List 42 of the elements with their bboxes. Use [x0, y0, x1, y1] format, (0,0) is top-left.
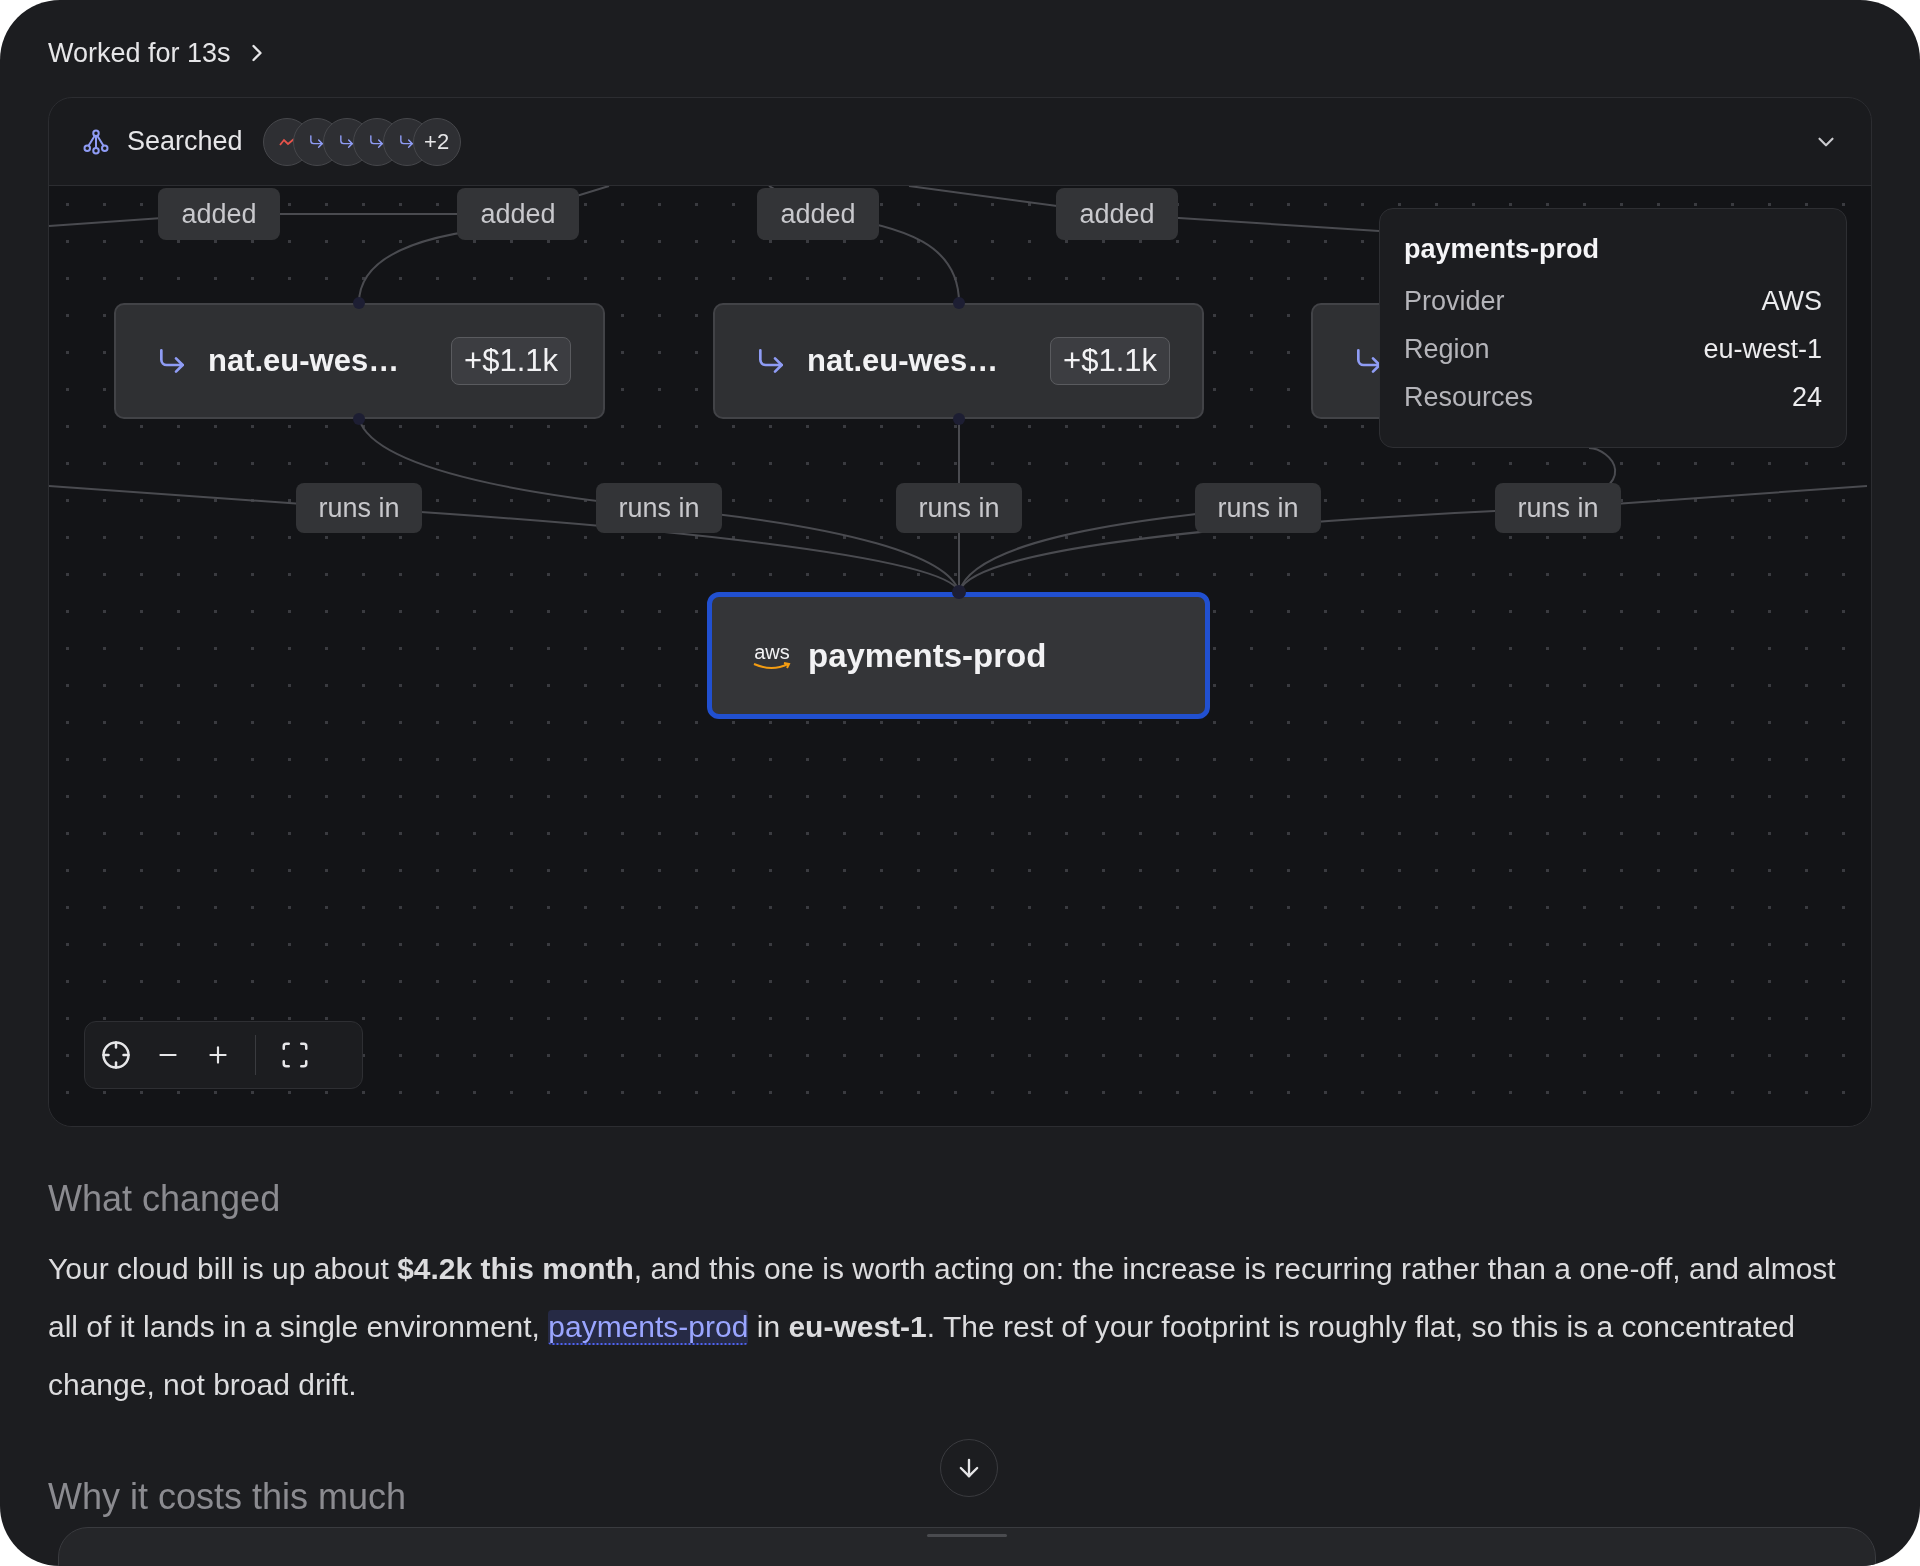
- summary-paragraph: Your cloud bill is up about $4.2k this month, and this one is worth acting on: the increase is recurring rather than a one-off, and almost all of it lands in a single environment, payments-prod in eu-west-1. The rest of your footprint is roughly flat, so this is a concentrated change, not broad drift.: [48, 1251, 1837, 1403]
- arrow-icon: [308, 133, 326, 150]
- edge-label: added: [1056, 188, 1178, 240]
- cost-badge: +$1.1k: [451, 337, 571, 385]
- tooltip-value: eu-west-1: [1703, 332, 1822, 366]
- trend-icon: [278, 136, 295, 147]
- fullscreen-icon[interactable]: [280, 1040, 310, 1070]
- node-handle[interactable]: [953, 297, 965, 309]
- cost-badge: +$1.1k: [1050, 337, 1170, 385]
- edge-label: runs in: [296, 483, 422, 533]
- tooltip-value: 24: [1791, 380, 1822, 414]
- edge-label: added: [757, 188, 879, 240]
- environment-node[interactable]: aws payments-prod: [707, 592, 1210, 719]
- edge-label: runs in: [596, 483, 722, 533]
- node-handle[interactable]: [353, 297, 365, 309]
- panel-title: Searched: [127, 125, 243, 159]
- edge-label: added: [158, 188, 280, 240]
- arrow-icon: [338, 133, 356, 150]
- resource-node[interactable]: nat.eu-wes… +$1.1k: [114, 303, 605, 419]
- node-label: nat.eu-wes…: [208, 341, 400, 380]
- node-label: nat.eu-wes…: [807, 341, 999, 380]
- edge-label: added: [457, 188, 579, 240]
- arrow-icon: [398, 133, 416, 150]
- edge-label: runs in: [1195, 483, 1321, 533]
- tooltip-label: Region: [1404, 332, 1490, 366]
- edge-label: runs in: [896, 483, 1022, 533]
- section-heading: Why it costs this much: [48, 1475, 408, 1519]
- status-title: Worked for 13s: [48, 36, 231, 70]
- tooltip-title: payments-prod: [1404, 233, 1601, 266]
- tooltip-label: Provider: [1404, 284, 1505, 318]
- edge-label: runs in: [1495, 483, 1621, 533]
- recenter-icon[interactable]: [101, 1040, 131, 1070]
- arrow-icon: [368, 133, 386, 150]
- more-count: +2: [412, 117, 461, 166]
- resource-node[interactable]: nat.eu-wes… +$1.1k: [713, 303, 1204, 419]
- aws-logo: aws: [752, 641, 792, 670]
- node-handle[interactable]: [952, 585, 966, 599]
- tooltip-value: AWS: [1761, 284, 1822, 318]
- node-label: payments-prod: [808, 635, 1047, 676]
- section-heading: What changed: [48, 1177, 282, 1221]
- environment-link[interactable]: payments-prod: [548, 1310, 749, 1345]
- tooltip-label: Resources: [1404, 380, 1534, 414]
